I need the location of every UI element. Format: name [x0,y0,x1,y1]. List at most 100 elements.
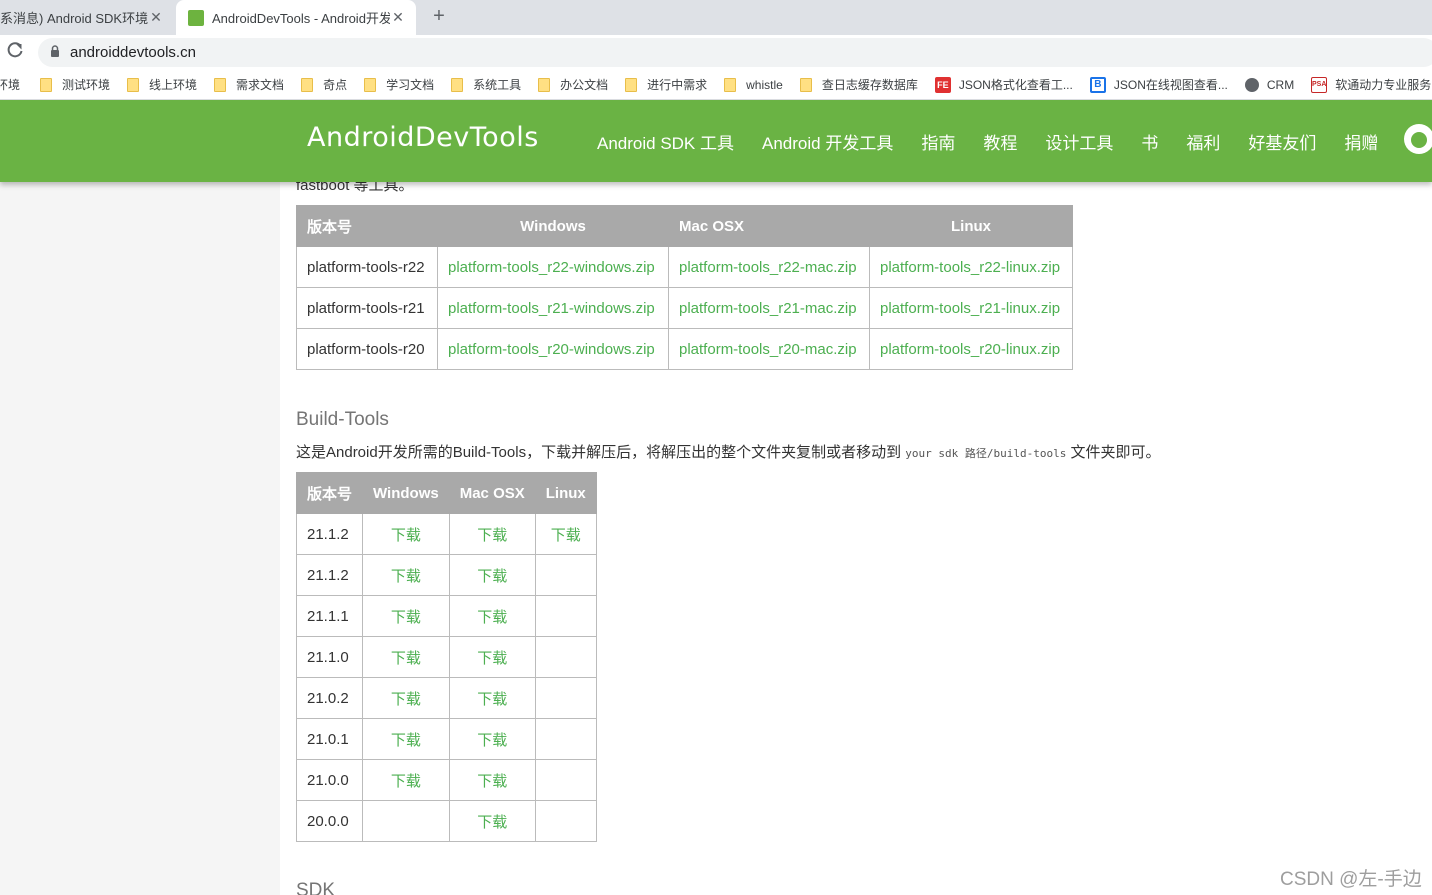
folder-icon [625,77,638,92]
download-cell: 下载 [448,718,536,760]
col-mac: Mac OSX [448,472,536,514]
folder-icon [724,77,737,92]
download-cell: 下载 [448,800,536,842]
nav-android-dev-tools[interactable]: Android 开发工具 [762,129,893,154]
close-tab-icon[interactable]: ✕ [148,9,164,26]
bookmark-item[interactable]: 奇点 [301,76,347,93]
bookmark-item[interactable]: CRM [1244,77,1294,92]
reload-icon[interactable] [6,41,26,61]
bookmark-item[interactable]: 办公文档 [538,76,608,93]
nav-friends[interactable]: 好基友们 [1248,129,1316,154]
site-logo[interactable]: AndroidDevTools [307,122,539,153]
download-link[interactable]: 下载 [391,773,421,790]
download-link[interactable]: platform-tools_r21-windows.zip [448,300,655,317]
bookmark-item[interactable]: 查日志缓存数据库 [799,76,918,93]
close-tab-icon[interactable]: ✕ [390,9,406,26]
download-link[interactable]: platform-tools_r21-mac.zip [679,300,857,317]
nav-android-sdk-tools[interactable]: Android SDK 工具 [597,129,734,154]
github-icon[interactable] [1404,124,1432,154]
bookmark-item[interactable]: FE JSON格式化查看工... [934,76,1073,93]
nav-donate[interactable]: 捐赠 [1344,129,1378,154]
table-row: platform-tools-r20 platform-tools_r20-win… [296,328,1073,370]
download-cell: 下载 [534,513,597,555]
download-link[interactable]: 下载 [551,527,581,544]
download-link[interactable]: 下载 [477,527,507,544]
download-link[interactable]: platform-tools_r22-linux.zip [880,259,1060,276]
download-link[interactable]: platform-tools_r21-linux.zip [880,300,1060,317]
build-tools-heading: Build-Tools [296,409,389,430]
bookmark-item[interactable]: 环境 [0,76,20,93]
bookmark-label: 系统工具 [473,78,522,92]
table-row: 21.0.0 下载 下载 [295,759,597,801]
download-link[interactable]: 下载 [391,568,421,585]
download-link[interactable]: 下载 [391,732,421,749]
version-cell: 21.1.2 [295,513,364,555]
table-row: platform-tools-r22 platform-tools_r22-win… [296,246,1073,288]
download-link[interactable]: platform-tools_r20-mac.zip [679,341,857,358]
download-link[interactable]: 下载 [477,568,507,585]
download-cell: platform-tools_r21-linux.zip [869,287,1073,329]
download-link[interactable]: 下载 [477,814,507,831]
col-linux: Linux [869,205,1073,247]
site-nav: Android SDK 工具 Android 开发工具 指南 教程 设计工具 书… [597,100,1406,182]
download-cell: 下载 [448,759,536,801]
bookmark-item[interactable]: B JSON在线视图查看... [1089,76,1228,93]
browser-toolbar: androiddevtools.cn [0,35,1432,70]
bookmark-label: JSON格式化查看工... [958,78,1073,92]
bookmark-item[interactable]: 测试环境 [40,76,110,93]
bookmarks-bar: 环境 测试环境 线上环境 需求文档 奇点 学习文档 系统工具 办公文档 进行中需求 whistle… [0,70,1432,100]
download-link[interactable]: 下载 [391,609,421,626]
bookmark-label: 进行中需求 [647,78,708,92]
bookmark-item[interactable]: whistle [724,77,783,92]
download-link[interactable]: platform-tools_r22-mac.zip [679,259,857,276]
bookmark-label: 软通动力专业服务 [1335,78,1432,92]
table-row: 21.0.2 下载 下载 [295,677,597,719]
table-header-row: 版本号 Windows Mac OSX Linux [296,205,1073,247]
nav-welfare[interactable]: 福利 [1186,129,1220,154]
bookmark-item[interactable]: 学习文档 [364,76,434,93]
download-link[interactable]: 下载 [391,527,421,544]
folder-icon [40,77,53,92]
nav-design-tools[interactable]: 设计工具 [1045,129,1113,154]
url-text[interactable]: androiddevtools.cn [70,44,196,61]
download-link[interactable]: 下载 [477,773,507,790]
download-cell [534,718,597,760]
download-link[interactable]: platform-tools_r22-windows.zip [448,259,655,276]
bookmark-item[interactable]: 需求文档 [214,76,284,93]
tab-android-sdk-env[interactable]: 系消息) Android SDK环境变量 ✕ [0,0,174,35]
download-link[interactable]: platform-tools_r20-linux.zip [880,341,1060,358]
download-link[interactable]: 下载 [477,691,507,708]
download-link[interactable]: platform-tools_r20-windows.zip [448,341,655,358]
version-cell: 21.1.0 [295,636,364,678]
version-cell: 21.0.2 [295,677,364,719]
folder-icon [451,77,464,92]
download-cell: platform-tools_r21-windows.zip [437,287,669,329]
nav-guide[interactable]: 指南 [921,129,955,154]
download-link[interactable]: 下载 [477,732,507,749]
download-link[interactable]: 下载 [477,609,507,626]
tab-strip: 系消息) Android SDK环境变量 ✕ AndroidDevTools -… [0,0,1432,35]
download-link[interactable]: 下载 [477,650,507,667]
new-tab-button[interactable]: + [428,5,450,29]
nav-books[interactable]: 书 [1141,129,1158,154]
desc-code: your sdk 路径/build-tools [905,447,1067,460]
col-linux: Linux [534,472,597,514]
bookmark-item[interactable]: 线上环境 [127,76,197,93]
bookmark-item[interactable]: 系统工具 [451,76,521,93]
bookmark-item[interactable]: 进行中需求 [625,76,707,93]
download-link[interactable]: 下载 [391,691,421,708]
nav-tutorials[interactable]: 教程 [983,129,1017,154]
folder-icon [364,77,377,92]
bookmark-label: 查日志缓存数据库 [821,78,918,92]
download-link[interactable]: 下载 [391,650,421,667]
download-cell [534,554,597,596]
version-cell: 20.0.0 [295,800,364,842]
tab-title: 系消息) Android SDK环境变量 [0,11,148,26]
tab-androiddevtools[interactable]: AndroidDevTools - Android开发 ✕ [176,0,416,35]
psa-icon: PSA [1311,76,1328,93]
folder-icon [214,77,227,92]
globe-icon [1244,77,1259,92]
address-bar[interactable]: androiddevtools.cn [38,38,1432,67]
bookmark-label: 学习文档 [386,78,435,92]
bookmark-item[interactable]: PSA 软通动力专业服务 [1311,76,1431,93]
